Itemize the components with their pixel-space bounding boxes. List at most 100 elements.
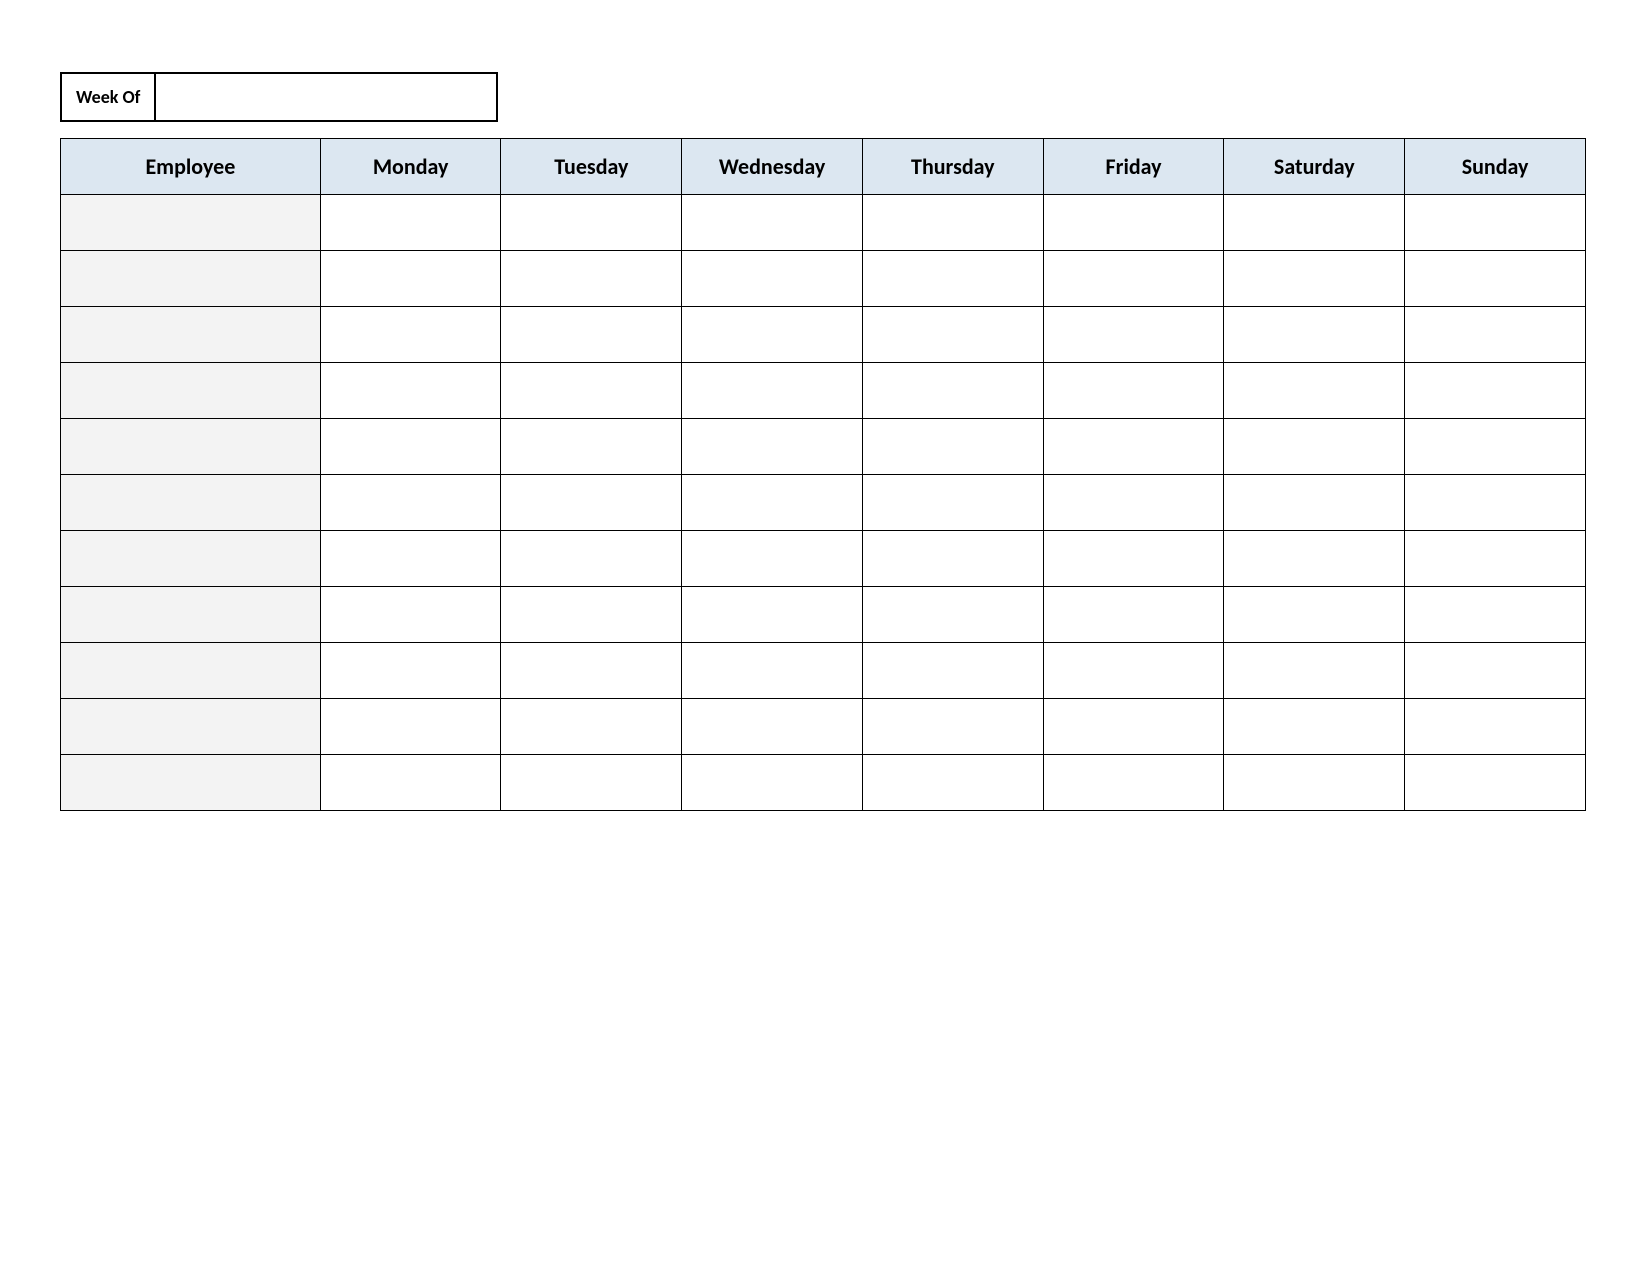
day-cell[interactable] [862, 699, 1043, 755]
day-cell[interactable] [320, 307, 501, 363]
day-cell[interactable] [501, 755, 682, 811]
day-cell[interactable] [682, 755, 863, 811]
day-cell[interactable] [682, 587, 863, 643]
day-cell[interactable] [501, 531, 682, 587]
day-cell[interactable] [682, 251, 863, 307]
table-row [61, 699, 1586, 755]
day-cell[interactable] [1405, 475, 1586, 531]
day-cell[interactable] [320, 587, 501, 643]
day-cell[interactable] [320, 363, 501, 419]
day-cell[interactable] [1043, 419, 1224, 475]
day-cell[interactable] [1043, 755, 1224, 811]
day-cell[interactable] [501, 251, 682, 307]
day-cell[interactable] [862, 643, 1043, 699]
day-cell[interactable] [1043, 587, 1224, 643]
day-cell[interactable] [1405, 699, 1586, 755]
day-cell[interactable] [862, 195, 1043, 251]
day-cell[interactable] [1224, 363, 1405, 419]
day-cell[interactable] [1224, 531, 1405, 587]
employee-cell[interactable] [61, 699, 321, 755]
day-cell[interactable] [682, 531, 863, 587]
day-cell[interactable] [1405, 531, 1586, 587]
day-cell[interactable] [1405, 755, 1586, 811]
day-cell[interactable] [1224, 419, 1405, 475]
day-cell[interactable] [1224, 587, 1405, 643]
day-cell[interactable] [320, 195, 501, 251]
day-cell[interactable] [862, 307, 1043, 363]
col-header-saturday: Saturday [1224, 139, 1405, 195]
week-of-box: Week Of [60, 72, 498, 122]
day-cell[interactable] [1043, 251, 1224, 307]
day-cell[interactable] [862, 755, 1043, 811]
employee-cell[interactable] [61, 419, 321, 475]
day-cell[interactable] [320, 475, 501, 531]
table-row [61, 307, 1586, 363]
employee-cell[interactable] [61, 755, 321, 811]
day-cell[interactable] [682, 363, 863, 419]
day-cell[interactable] [501, 699, 682, 755]
employee-cell[interactable] [61, 475, 321, 531]
day-cell[interactable] [862, 363, 1043, 419]
day-cell[interactable] [1224, 755, 1405, 811]
table-row [61, 195, 1586, 251]
day-cell[interactable] [501, 307, 682, 363]
employee-cell[interactable] [61, 643, 321, 699]
day-cell[interactable] [862, 587, 1043, 643]
day-cell[interactable] [1405, 251, 1586, 307]
employee-cell[interactable] [61, 531, 321, 587]
day-cell[interactable] [862, 251, 1043, 307]
week-of-value[interactable] [156, 74, 496, 120]
day-cell[interactable] [320, 643, 501, 699]
day-cell[interactable] [1043, 643, 1224, 699]
day-cell[interactable] [501, 195, 682, 251]
day-cell[interactable] [1224, 475, 1405, 531]
employee-cell[interactable] [61, 587, 321, 643]
employee-cell[interactable] [61, 251, 321, 307]
day-cell[interactable] [1043, 363, 1224, 419]
day-cell[interactable] [1405, 195, 1586, 251]
day-cell[interactable] [320, 755, 501, 811]
day-cell[interactable] [682, 699, 863, 755]
day-cell[interactable] [862, 419, 1043, 475]
day-cell[interactable] [682, 307, 863, 363]
table-row [61, 363, 1586, 419]
day-cell[interactable] [501, 643, 682, 699]
day-cell[interactable] [1043, 195, 1224, 251]
day-cell[interactable] [1224, 251, 1405, 307]
day-cell[interactable] [1043, 475, 1224, 531]
day-cell[interactable] [320, 251, 501, 307]
day-cell[interactable] [1224, 307, 1405, 363]
day-cell[interactable] [682, 643, 863, 699]
day-cell[interactable] [501, 363, 682, 419]
day-cell[interactable] [1405, 643, 1586, 699]
day-cell[interactable] [682, 419, 863, 475]
day-cell[interactable] [1224, 699, 1405, 755]
day-cell[interactable] [320, 531, 501, 587]
day-cell[interactable] [1405, 587, 1586, 643]
day-cell[interactable] [862, 475, 1043, 531]
day-cell[interactable] [1043, 699, 1224, 755]
day-cell[interactable] [1224, 195, 1405, 251]
col-header-friday: Friday [1043, 139, 1224, 195]
day-cell[interactable] [1405, 307, 1586, 363]
day-cell[interactable] [501, 587, 682, 643]
table-row [61, 475, 1586, 531]
day-cell[interactable] [501, 475, 682, 531]
day-cell[interactable] [1043, 307, 1224, 363]
employee-cell[interactable] [61, 307, 321, 363]
day-cell[interactable] [1405, 419, 1586, 475]
day-cell[interactable] [862, 531, 1043, 587]
day-cell[interactable] [682, 475, 863, 531]
day-cell[interactable] [501, 419, 682, 475]
day-cell[interactable] [1043, 531, 1224, 587]
day-cell[interactable] [682, 195, 863, 251]
day-cell[interactable] [320, 699, 501, 755]
employee-cell[interactable] [61, 195, 321, 251]
day-cell[interactable] [1405, 363, 1586, 419]
employee-cell[interactable] [61, 363, 321, 419]
table-row [61, 755, 1586, 811]
header-row: Employee Monday Tuesday Wednesday Thursd… [61, 139, 1586, 195]
col-header-monday: Monday [320, 139, 501, 195]
day-cell[interactable] [1224, 643, 1405, 699]
day-cell[interactable] [320, 419, 501, 475]
